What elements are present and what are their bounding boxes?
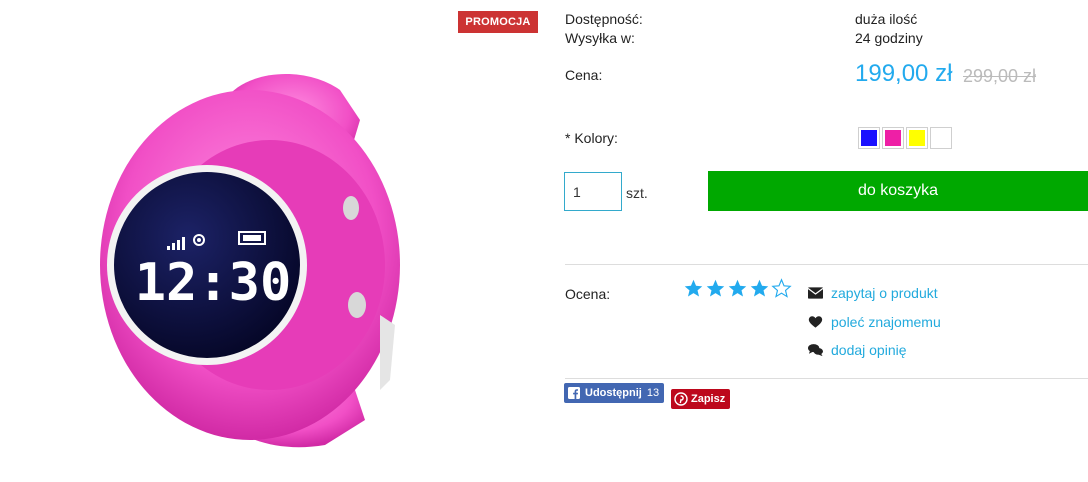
rating-label: Ocena: xyxy=(565,286,611,302)
swatch-fill xyxy=(933,130,949,146)
divider xyxy=(565,378,1088,379)
colors-label: * Kolory: xyxy=(565,130,618,146)
heart-icon xyxy=(808,316,823,328)
pinterest-save-button[interactable]: Zapisz xyxy=(671,389,731,409)
current-price: 199,00 zł xyxy=(855,60,953,87)
comments-icon xyxy=(808,344,823,357)
promo-badge: PROMOCJA xyxy=(458,11,538,33)
facebook-share-button[interactable]: Udostępnij 13 xyxy=(564,383,665,403)
color-swatch-blue[interactable] xyxy=(858,127,880,149)
old-price: 299,00 zł xyxy=(963,66,1037,86)
ask-about-product-link[interactable]: zapytaj o produkt xyxy=(808,285,938,301)
divider xyxy=(565,264,1088,265)
star-empty-icon[interactable] xyxy=(771,278,792,299)
swatch-fill xyxy=(885,130,901,146)
availability-value: duża ilość xyxy=(855,11,918,27)
recommend-to-friend-link[interactable]: poleć znajomemu xyxy=(808,314,941,330)
color-swatches xyxy=(858,127,952,149)
color-swatch-yellow[interactable] xyxy=(906,127,928,149)
swatch-fill xyxy=(909,130,925,146)
color-swatch-white[interactable] xyxy=(930,127,952,149)
shipping-value: 24 godziny xyxy=(855,30,923,46)
rating-stars[interactable] xyxy=(683,278,792,299)
unit-label: szt. xyxy=(626,185,648,201)
add-to-cart-button[interactable]: do koszyka xyxy=(708,171,1088,211)
add-review-link[interactable]: dodaj opinię xyxy=(808,342,907,358)
price-label: Cena: xyxy=(565,67,603,83)
color-swatch-pink[interactable] xyxy=(882,127,904,149)
facebook-share-count: 13 xyxy=(646,387,660,399)
availability-label: Dostępność: xyxy=(565,11,643,27)
product-image[interactable]: 12:30 xyxy=(95,60,415,460)
quantity-input[interactable] xyxy=(564,172,622,211)
watch-screen-time: 12:30 xyxy=(135,253,292,313)
swatch-fill xyxy=(861,130,877,146)
shipping-label: Wysyłka w: xyxy=(565,30,635,46)
ask-about-product-label: zapytaj o produkt xyxy=(831,285,938,301)
facebook-share-label: Udostępnij xyxy=(585,387,642,399)
envelope-icon xyxy=(808,287,823,299)
star-filled-icon[interactable] xyxy=(749,278,770,299)
pinterest-save-label: Zapisz xyxy=(691,393,726,405)
pinterest-icon xyxy=(674,392,688,406)
recommend-to-friend-label: poleć znajomemu xyxy=(831,314,941,330)
facebook-icon xyxy=(568,387,580,399)
star-filled-icon[interactable] xyxy=(727,278,748,299)
star-filled-icon[interactable] xyxy=(705,278,726,299)
star-filled-icon[interactable] xyxy=(683,278,704,299)
add-review-label: dodaj opinię xyxy=(831,342,907,358)
